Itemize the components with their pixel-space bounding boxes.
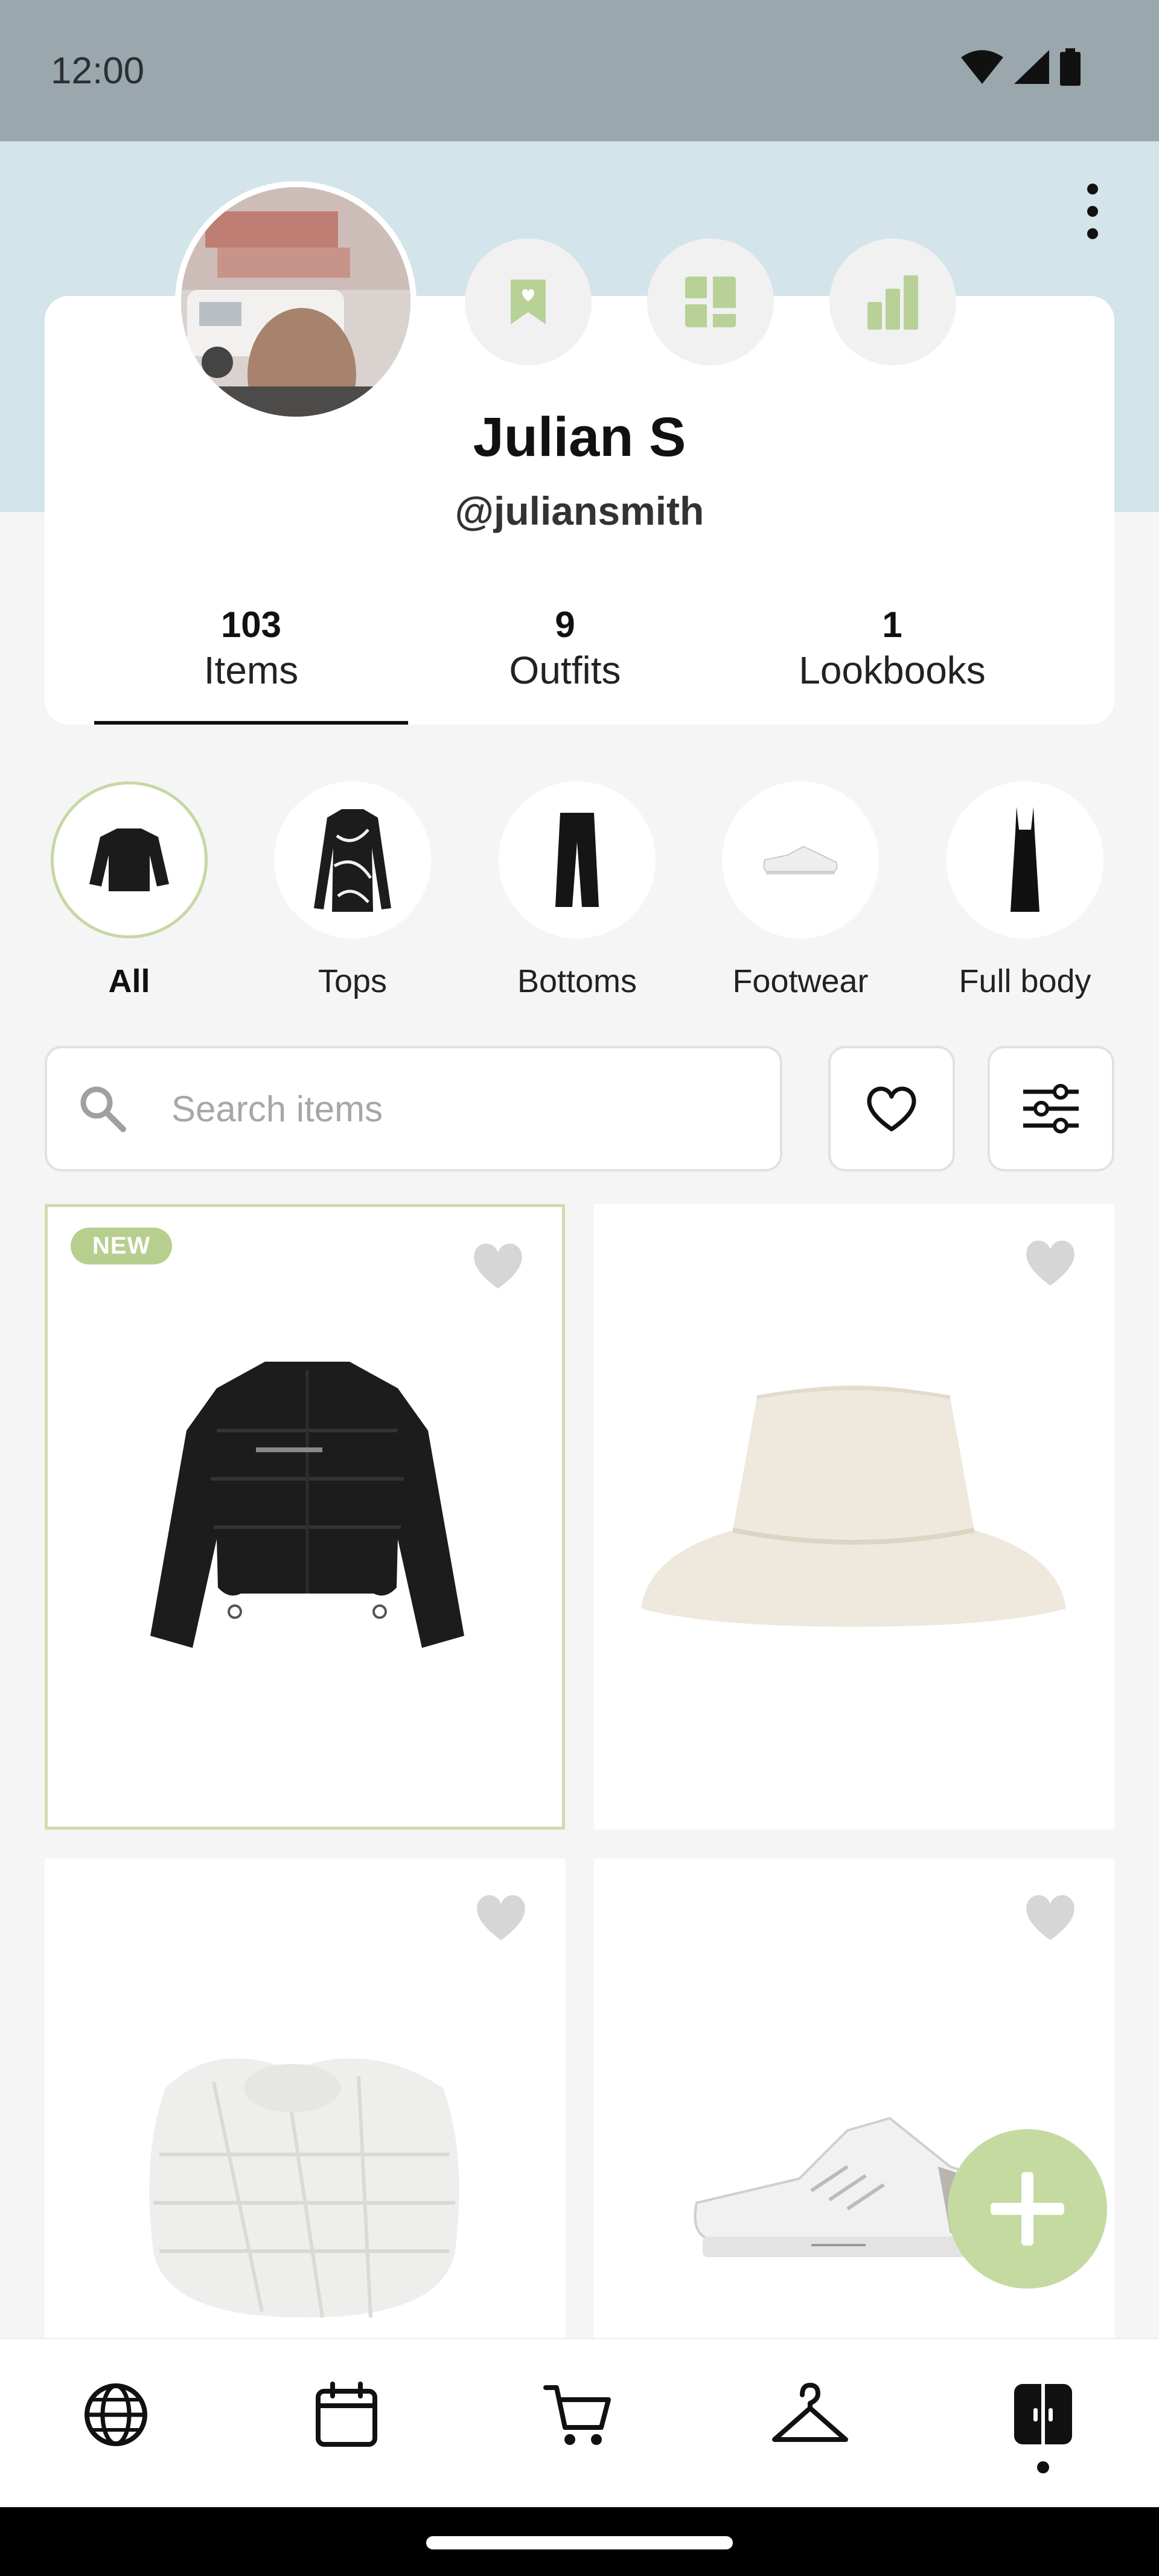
category-bottoms-thumb — [499, 781, 656, 938]
favorite-heart-icon[interactable] — [1023, 1892, 1078, 1943]
battery-icon — [1060, 48, 1081, 86]
active-tab-indicator — [94, 721, 408, 725]
active-nav-indicator — [1037, 2461, 1049, 2473]
item-card-bucket-hat[interactable] — [594, 1204, 1114, 1830]
lookbooks-label: Lookbooks — [799, 649, 986, 692]
woven-bag-image — [149, 2058, 459, 2318]
nav-outfits[interactable] — [750, 2369, 870, 2490]
heart-outline-icon — [867, 1086, 916, 1132]
bottom-navigation — [0, 2338, 1159, 2507]
puffer-jacket-image — [150, 1362, 464, 1648]
signal-icon — [1014, 50, 1049, 84]
favorite-heart-icon[interactable] — [470, 1240, 526, 1291]
calendar-icon — [316, 2382, 377, 2447]
status-icons — [961, 48, 1081, 86]
category-full-body-label: Full body — [959, 963, 1091, 999]
tab-lookbooks[interactable]: 1 Lookbooks — [735, 604, 1049, 693]
category-bottoms[interactable]: Bottoms — [499, 781, 656, 1000]
plus-icon — [991, 2172, 1064, 2246]
sneaker-thumb — [763, 845, 838, 874]
profile-handle: @juliansmith — [455, 489, 704, 533]
collage-button[interactable] — [647, 239, 774, 365]
item-card-puffer-jacket[interactable]: NEW — [45, 1204, 565, 1830]
tab-outfits[interactable]: 9 Outfits — [408, 604, 722, 693]
bucket-hat-image — [641, 1385, 1066, 1627]
category-tops-thumb — [274, 781, 431, 938]
category-all[interactable]: All — [51, 781, 208, 1000]
search-icon — [80, 1086, 126, 1132]
category-footwear-label: Footwear — [732, 963, 869, 999]
category-tops[interactable]: Tops — [274, 781, 431, 1000]
hanger-icon — [772, 2383, 848, 2442]
patterned-top-thumb — [314, 809, 391, 912]
new-badge: NEW — [71, 1228, 173, 1264]
items-label: Items — [203, 649, 299, 692]
more-options-icon[interactable] — [1074, 181, 1111, 242]
globe-icon — [85, 2383, 147, 2446]
category-all-label: All — [108, 963, 150, 999]
outfits-count: 9 — [555, 604, 575, 645]
tab-items[interactable]: 103 Items — [94, 604, 408, 693]
favorite-heart-icon[interactable] — [1023, 1237, 1078, 1288]
slip-dress-thumb — [1011, 807, 1039, 912]
profile-name: Julian S — [473, 406, 686, 468]
filter-settings-button[interactable] — [988, 1046, 1114, 1171]
category-footwear-thumb — [722, 781, 879, 938]
avatar[interactable] — [175, 181, 417, 423]
home-gesture-handle[interactable] — [426, 2536, 733, 2549]
nav-calendar[interactable] — [286, 2369, 407, 2490]
item-card-woven-bag[interactable] — [45, 1859, 565, 2342]
category-full-body[interactable]: Full body — [947, 781, 1103, 1000]
search-placeholder: Search items — [171, 1089, 383, 1129]
category-tops-label: Tops — [318, 963, 388, 999]
items-count: 103 — [220, 604, 282, 645]
stats-button[interactable] — [829, 239, 956, 365]
lookbooks-count: 1 — [882, 604, 902, 645]
outfits-label: Outfits — [509, 649, 621, 692]
category-full-body-thumb — [947, 781, 1103, 938]
status-bar: 12:00 — [0, 0, 1159, 141]
cart-icon — [543, 2385, 611, 2445]
category-bottoms-label: Bottoms — [517, 963, 637, 999]
sliders-icon — [1023, 1084, 1079, 1133]
wardrobe-icon — [1014, 2384, 1072, 2444]
avatar-photo — [181, 187, 410, 417]
puffer-jacket-thumb — [89, 828, 169, 891]
flared-pants-thumb — [555, 813, 599, 907]
nav-shop[interactable] — [518, 2369, 639, 2490]
collage-icon — [685, 277, 736, 327]
bookmark-heart-icon — [511, 280, 546, 324]
saved-bookmark-button[interactable] — [465, 239, 592, 365]
nav-explore[interactable] — [56, 2369, 176, 2490]
favorite-heart-icon[interactable] — [473, 1892, 529, 1943]
category-footwear[interactable]: Footwear — [722, 781, 879, 1000]
bar-chart-icon — [867, 275, 918, 330]
search-input[interactable]: Search items — [45, 1046, 782, 1171]
status-time: 12:00 — [51, 50, 145, 92]
favorites-filter-button[interactable] — [828, 1046, 955, 1171]
add-item-button[interactable] — [948, 2129, 1107, 2289]
wifi-icon — [961, 50, 1003, 84]
category-all-thumb — [51, 781, 208, 938]
